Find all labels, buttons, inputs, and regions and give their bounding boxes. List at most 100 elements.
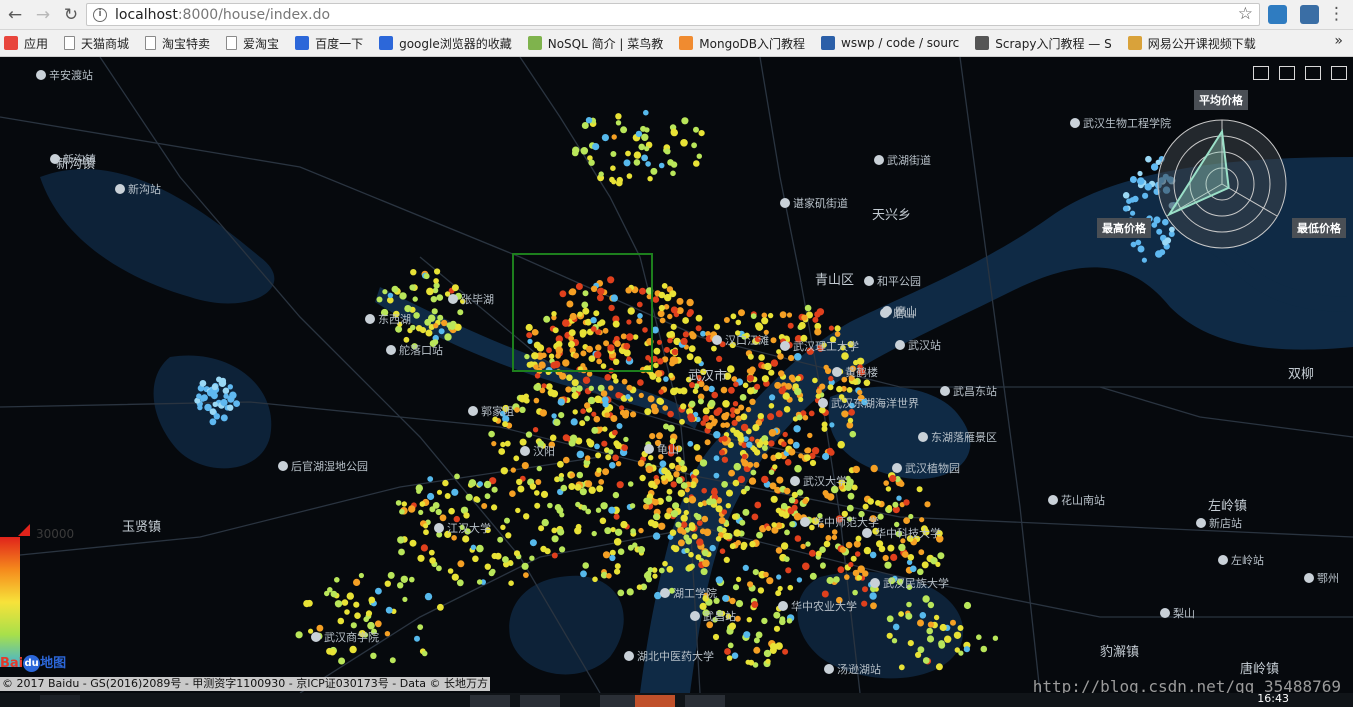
jb-icon [679, 36, 694, 50]
poi-label[interactable]: 东西湖 [365, 313, 411, 326]
heat-point [922, 595, 930, 603]
poi-label[interactable]: 鄂州 [1304, 572, 1339, 585]
poi-label[interactable]: 梨山 [1160, 607, 1195, 620]
bookmark-label: 爱淘宝 [243, 36, 280, 51]
poi-label[interactable]: 汉阳 [520, 445, 555, 458]
poi-label[interactable]: 江汉大学 [434, 522, 491, 535]
back-arrow-icon[interactable]: ← [2, 2, 28, 28]
poi-label[interactable]: 和平公园 [864, 275, 921, 288]
heat-point [692, 469, 700, 476]
poi-label[interactable]: 辛安渡站 [36, 69, 93, 82]
poi-label[interactable]: 郭家咀 [468, 405, 514, 418]
poi-label[interactable]: 湖北中医药大学 [624, 650, 714, 663]
poi-label[interactable]: 武昌站 [690, 610, 736, 623]
legend-handle-icon[interactable] [18, 524, 30, 536]
bookmark-10[interactable]: 网易公开课视频下载 [1124, 35, 1256, 52]
bookmark-6[interactable]: NoSQL 简介 | 菜鸟教 [524, 35, 663, 52]
baidu-paw-icon [379, 36, 394, 50]
forward-arrow-icon[interactable]: → [30, 2, 56, 28]
polygon-select-icon[interactable] [1305, 66, 1321, 80]
heat-point [753, 637, 760, 644]
site-info-icon[interactable]: i [93, 7, 107, 22]
heat-point [687, 440, 694, 447]
taskbar-app-4[interactable] [600, 695, 640, 707]
poi-label[interactable]: 新店站 [1196, 517, 1242, 530]
bookmark-2[interactable]: 淘宝特卖 [141, 35, 210, 52]
bookmark-9[interactable]: Scrapy入门教程 — S [971, 35, 1112, 52]
heat-point [598, 171, 604, 177]
taskbar-app-3[interactable] [520, 695, 560, 707]
poi-label[interactable]: 磨山 [880, 307, 915, 320]
reload-icon[interactable]: ↻ [58, 2, 84, 28]
heat-point [767, 312, 774, 319]
taskbar-app-5[interactable] [635, 695, 675, 707]
heat-point [442, 479, 449, 487]
poi-label[interactable]: 武汉商学院 [311, 631, 379, 644]
poi-label[interactable]: 张毕湖 [448, 293, 494, 306]
poi-label[interactable]: 左岭站 [1218, 554, 1264, 567]
bookmark-8[interactable]: wswp / code / sourc [817, 36, 959, 50]
poi-label[interactable]: 谌家矶街道 [780, 197, 848, 210]
poi-label[interactable]: 华中农业大学 [778, 600, 857, 613]
heat-point [476, 579, 483, 585]
heat-point [532, 427, 539, 433]
taskbar-app-1[interactable] [40, 695, 80, 707]
poi-label[interactable]: 新沟站 [115, 183, 161, 196]
poi-label[interactable]: 武汉东湖海洋世界 [818, 397, 919, 410]
poi-label[interactable]: 花山南站 [1048, 494, 1105, 507]
poi-label[interactable]: 武汉大学 [790, 475, 847, 488]
poi-label[interactable]: 汤逊湖站 [824, 663, 881, 676]
heat-point [767, 413, 775, 421]
poi-label[interactable]: 武湖街道 [874, 154, 931, 167]
poi-label[interactable]: 武汉理工大学 [780, 340, 859, 353]
poi-label[interactable]: 舵落口站 [386, 344, 443, 357]
district-label: 新沟镇 [56, 157, 96, 172]
poi-label[interactable]: 华中科技大学 [862, 527, 941, 540]
heat-point [802, 562, 810, 571]
bookmark-5[interactable]: google浏览器的收藏 [375, 35, 512, 52]
heat-point [743, 631, 751, 639]
heat-point [768, 403, 775, 409]
taskbar-app-6[interactable] [685, 695, 725, 707]
poi-label-text: 武汉站 [908, 339, 941, 352]
heat-point [481, 503, 488, 509]
heatmap-map[interactable]: 辛安渡站新沟站张毕湖东西湖舵落口站 汉口江滩 武汉理工大学 武汉站武昌东站武汉东湖海洋… [0, 57, 1353, 693]
bookmark-star-icon[interactable]: ☆ [1238, 4, 1253, 24]
poi-label[interactable]: 汉口江滩 [712, 334, 769, 347]
address-bar[interactable]: i localhost:8000/house/index.do ☆ [86, 3, 1260, 26]
poi-label[interactable]: 龟山 [644, 443, 679, 456]
bookmark-0[interactable]: 应用 [0, 35, 48, 52]
poi-label[interactable]: 武汉站 [895, 339, 941, 352]
bookmark-4[interactable]: 百度一下 [291, 35, 363, 52]
legend-colorbar[interactable] [0, 537, 20, 667]
bookmark-3[interactable]: 爱淘宝 [222, 35, 279, 52]
poi-pin-icon [790, 476, 800, 486]
poi-label[interactable]: 湖工学院 [660, 587, 717, 600]
extension-icon-1[interactable] [1268, 5, 1287, 24]
taskbar-app-2[interactable] [470, 695, 510, 707]
heat-point [306, 599, 313, 607]
poi-label[interactable]: 东湖落雁景区 [918, 431, 997, 444]
heat-point [595, 452, 602, 459]
heat-point [886, 632, 893, 639]
poi-label[interactable]: 黄鹤楼 [832, 366, 878, 379]
heat-point [816, 388, 822, 395]
extension-icon-2[interactable] [1300, 5, 1319, 24]
poi-label[interactable]: 武汉民族大学 [870, 577, 949, 590]
heat-point [781, 441, 787, 447]
poi-label[interactable]: 武昌东站 [940, 385, 997, 398]
more-menu-icon[interactable]: ⋮ [1328, 4, 1345, 24]
fullscreen-icon[interactable] [1253, 66, 1269, 80]
rect-select-icon[interactable] [1279, 66, 1295, 80]
poi-label[interactable]: 后官湖湿地公园 [278, 460, 368, 473]
heat-point [1129, 176, 1137, 183]
heat-point [765, 658, 771, 665]
heat-point [927, 601, 935, 609]
bookmark-1[interactable]: 天猫商城 [60, 35, 129, 52]
heat-point [669, 529, 677, 536]
poi-label[interactable]: 武汉植物园 [892, 462, 960, 475]
poi-label[interactable]: 武汉生物工程学院 [1070, 117, 1171, 130]
bookmarks-overflow-icon[interactable]: » [1334, 33, 1343, 49]
clear-select-icon[interactable] [1331, 66, 1347, 80]
bookmark-7[interactable]: MongoDB入门教程 [675, 35, 805, 52]
